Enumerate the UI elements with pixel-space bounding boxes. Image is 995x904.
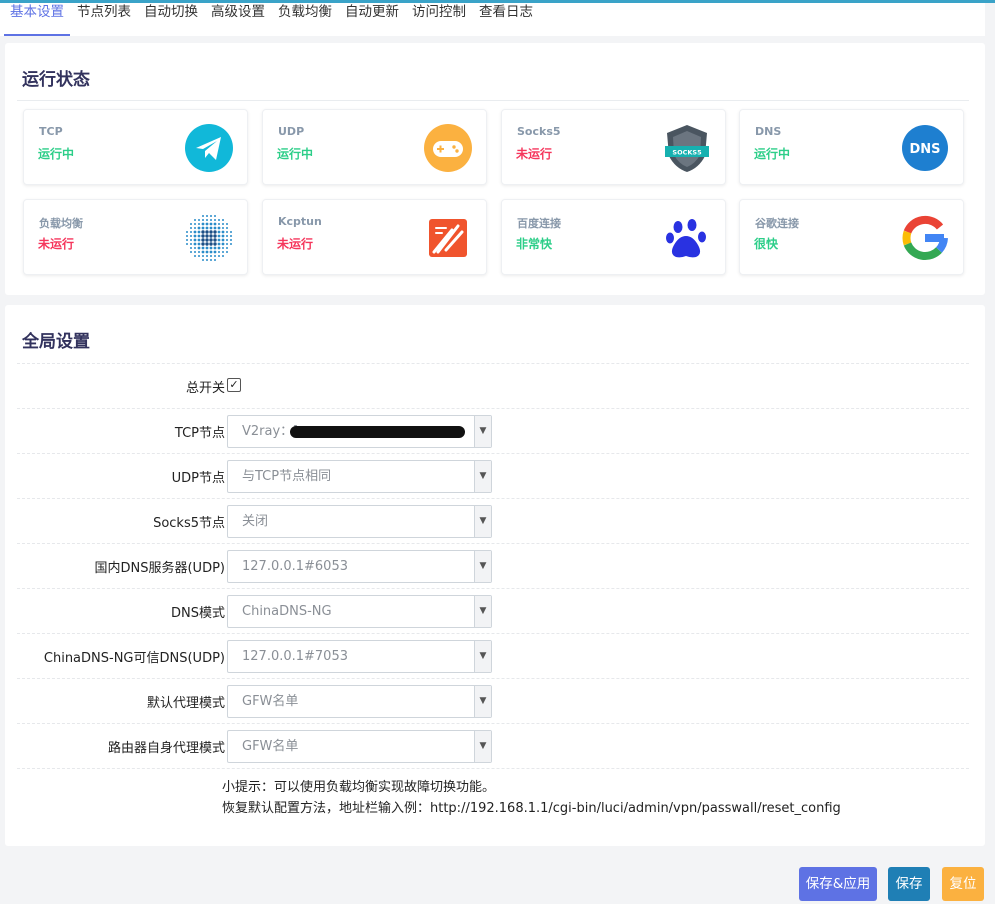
chevron-down-icon: ▼	[474, 731, 491, 762]
tab-node-list[interactable]: 节点列表	[77, 3, 131, 36]
divider	[17, 768, 969, 769]
paper-plane-icon	[185, 124, 233, 172]
setting-row-master-switch: 总开关 ✓	[17, 363, 969, 408]
tab-advanced-settings[interactable]: 高级设置	[211, 3, 265, 36]
status-tile-socks5: Socks5 未运行 SOCKS5	[501, 109, 726, 185]
dns-mode-select[interactable]: ChinaDNS-NG ▼	[227, 595, 492, 628]
setting-label: UDP节点	[171, 471, 225, 486]
tile-status: 很快	[754, 237, 779, 251]
status-tile-baidu: 百度连接 非常快	[501, 199, 726, 275]
divider	[17, 100, 969, 101]
dns-icon: DNS	[902, 125, 948, 171]
status-tile-dns: DNS 运行中 DNS	[739, 109, 964, 185]
tile-status: 非常快	[516, 237, 553, 251]
select-value: 关闭	[242, 514, 269, 529]
setting-row-domestic-dns: 国内DNS服务器(UDP) 127.0.0.1#6053 ▼	[17, 543, 969, 588]
reset-config-hint: 恢复默认配置方法，地址栏输入例：http://192.168.1.1/cgi-b…	[222, 801, 841, 816]
status-tile-google: 谷歌连接 很快	[739, 199, 964, 275]
status-tile-kcptun: Kcptun 未运行	[262, 199, 487, 275]
tile-name: 谷歌连接	[755, 217, 799, 230]
router-proxy-mode-select[interactable]: GFW名单 ▼	[227, 730, 492, 763]
tile-status: 未运行	[38, 237, 75, 251]
tab-basic-settings[interactable]: 基本设置	[4, 3, 70, 36]
save-button[interactable]: 保存	[888, 867, 930, 901]
tile-status: 未运行	[516, 147, 553, 161]
global-section-title: 全局设置	[22, 332, 90, 352]
tab-view-logs[interactable]: 查看日志	[479, 3, 533, 36]
status-section-title: 运行状态	[22, 70, 90, 90]
tab-auto-switch[interactable]: 自动切换	[144, 3, 198, 36]
tile-name: UDP	[278, 125, 305, 138]
tile-name: Socks5	[517, 125, 561, 138]
setting-label: 默认代理模式	[146, 696, 225, 711]
status-tile-load-balance: 负载均衡 未运行	[23, 199, 248, 275]
chevron-down-icon: ▼	[474, 506, 491, 537]
svg-text:DNS: DNS	[909, 142, 940, 157]
select-value: 127.0.0.1#6053	[242, 559, 348, 574]
tab-auto-update[interactable]: 自动更新	[345, 3, 399, 36]
setting-row-tcp-node: TCP节点 V2ray：[ ▼	[17, 408, 969, 453]
tab-bar: 基本设置 节点列表 自动切换 高级设置 负载均衡 自动更新 访问控制 查看日志	[0, 3, 985, 36]
tile-status: 运行中	[277, 147, 314, 161]
dotted-globe-icon	[186, 215, 232, 261]
setting-row-router-proxy-mode: 路由器自身代理模式 GFW名单 ▼	[17, 723, 969, 768]
status-tile-udp: UDP 运行中	[262, 109, 487, 185]
tile-status: 运行中	[38, 147, 75, 161]
chinadns-trusted-dns-select[interactable]: 127.0.0.1#7053 ▼	[227, 640, 492, 673]
setting-row-chinadns-trusted: ChinaDNS-NG可信DNS(UDP) 127.0.0.1#7053 ▼	[17, 633, 969, 678]
chevron-down-icon: ▼	[474, 416, 491, 447]
chevron-down-icon: ▼	[474, 461, 491, 492]
select-value: ChinaDNS-NG	[242, 604, 332, 619]
select-value: 与TCP节点相同	[242, 469, 332, 484]
tile-status: 未运行	[277, 237, 314, 251]
domestic-dns-select[interactable]: 127.0.0.1#6053 ▼	[227, 550, 492, 583]
reset-button[interactable]: 复位	[942, 867, 984, 901]
status-section: 运行状态 TCP 运行中 UDP 运行中 Socks5 未运行 SOCKS5 D…	[5, 43, 985, 295]
setting-label: 路由器自身代理模式	[107, 741, 225, 756]
baidu-paw-icon	[666, 219, 706, 258]
tile-name: Kcptun	[278, 215, 322, 228]
save-apply-button[interactable]: 保存&应用	[799, 867, 877, 901]
select-value: GFW名单	[242, 739, 299, 754]
chevron-down-icon: ▼	[474, 596, 491, 627]
tab-access-control[interactable]: 访问控制	[412, 3, 466, 36]
udp-node-select[interactable]: 与TCP节点相同 ▼	[227, 460, 492, 493]
svg-text:SOCKS5: SOCKS5	[672, 149, 702, 157]
setting-row-dns-mode: DNS模式 ChinaDNS-NG ▼	[17, 588, 969, 633]
socks5-node-select[interactable]: 关闭 ▼	[227, 505, 492, 538]
gamepad-icon	[424, 124, 472, 172]
hint-text: 小提示：可以使用负载均衡实现故障切换功能。	[222, 780, 496, 795]
setting-label: DNS模式	[171, 606, 225, 621]
tile-status: 运行中	[754, 147, 791, 161]
master-switch-checkbox[interactable]: ✓	[227, 378, 241, 392]
select-value: GFW名单	[242, 694, 299, 709]
setting-label: 总开关	[185, 381, 225, 396]
socks5-shield-icon: SOCKS5	[665, 125, 709, 172]
setting-label: 国内DNS服务器(UDP)	[94, 561, 226, 576]
setting-row-udp-node: UDP节点 与TCP节点相同 ▼	[17, 453, 969, 498]
tcp-node-select[interactable]: V2ray：[ ▼	[227, 415, 492, 448]
default-proxy-mode-select[interactable]: GFW名单 ▼	[227, 685, 492, 718]
setting-row-default-proxy-mode: 默认代理模式 GFW名单 ▼	[17, 678, 969, 723]
select-value: 127.0.0.1#7053	[242, 649, 348, 664]
redaction-mark	[290, 426, 465, 438]
chevron-down-icon: ▼	[474, 641, 491, 672]
tile-name: 负载均衡	[39, 217, 83, 230]
setting-row-socks5-node: Socks5节点 关闭 ▼	[17, 498, 969, 543]
status-tile-tcp: TCP 运行中	[23, 109, 248, 185]
google-g-icon	[902, 215, 948, 260]
tile-name: DNS	[755, 125, 782, 138]
kcptun-icon	[429, 219, 467, 257]
chevron-down-icon: ▼	[474, 551, 491, 582]
setting-label: TCP节点	[174, 426, 225, 441]
setting-label: Socks5节点	[153, 516, 225, 531]
tile-name: TCP	[39, 125, 63, 138]
tab-load-balancing[interactable]: 负载均衡	[278, 3, 332, 36]
setting-label: ChinaDNS-NG可信DNS(UDP)	[43, 651, 225, 666]
global-settings-section: 全局设置 总开关 ✓ TCP节点 V2ray：[ ▼ UDP节点 与TCP节点相…	[5, 305, 985, 846]
chevron-down-icon: ▼	[474, 686, 491, 717]
tile-name: 百度连接	[517, 217, 561, 230]
